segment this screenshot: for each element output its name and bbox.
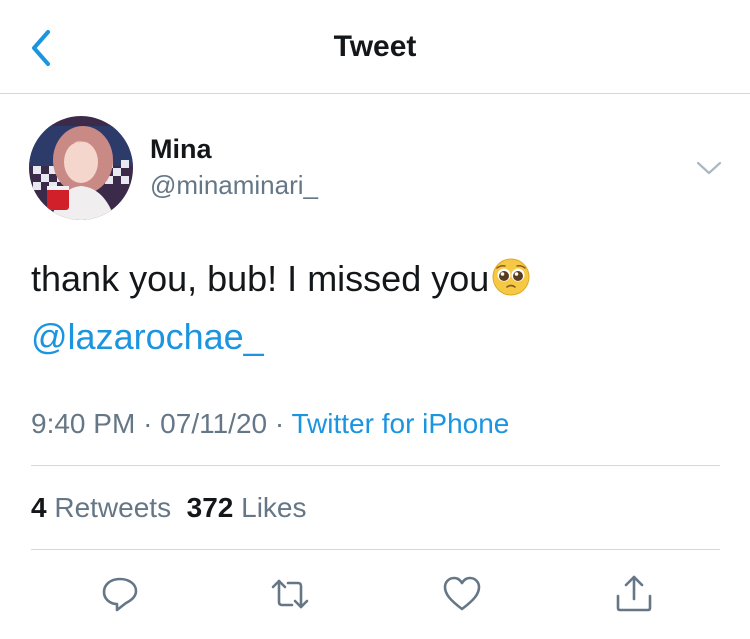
- retweets-label: Retweets: [54, 492, 172, 523]
- more-options-button[interactable]: [694, 158, 724, 178]
- tweet-meta: 9:40 PM · 07/11/20 · Twitter for iPhone: [31, 408, 509, 440]
- share-icon: [616, 575, 652, 612]
- chevron-down-icon: [696, 161, 722, 175]
- author-name[interactable]: Mina: [150, 134, 212, 165]
- pleading-face-icon: [491, 256, 531, 296]
- divider: [31, 549, 720, 550]
- retweet-icon: [271, 579, 309, 609]
- heart-icon: [443, 576, 481, 611]
- meta-separator: ·: [274, 408, 285, 439]
- mention-link[interactable]: @lazarochae_: [31, 316, 264, 357]
- meta-separator: ·: [143, 408, 153, 439]
- nav-bar: Tweet: [0, 0, 750, 94]
- author-handle[interactable]: @minaminari_: [150, 170, 318, 201]
- retweets-stat[interactable]: 4 Retweets: [31, 492, 171, 523]
- avatar[interactable]: [29, 116, 133, 220]
- tweet-text: thank you, bub! I missed you @lazarochae…: [31, 250, 721, 366]
- page-title: Tweet: [333, 30, 417, 63]
- reply-icon: [102, 577, 138, 612]
- reply-button[interactable]: [98, 572, 142, 616]
- tweet-stats: 4 Retweets 372 Likes: [31, 492, 307, 524]
- tweet-source-link[interactable]: Twitter for iPhone: [291, 408, 509, 439]
- retweets-count: 4: [31, 492, 47, 523]
- tweet-date: 07/11/20: [160, 408, 268, 439]
- tweet-body: thank you, bub! I missed you: [31, 258, 490, 299]
- like-button[interactable]: [440, 572, 484, 616]
- retweet-button[interactable]: [268, 572, 312, 616]
- likes-count: 372: [186, 492, 234, 523]
- likes-label: Likes: [241, 492, 307, 523]
- divider: [31, 465, 720, 466]
- tweet-time: 9:40 PM: [31, 408, 136, 439]
- share-button[interactable]: [612, 572, 656, 616]
- likes-stat[interactable]: 372 Likes: [187, 492, 307, 523]
